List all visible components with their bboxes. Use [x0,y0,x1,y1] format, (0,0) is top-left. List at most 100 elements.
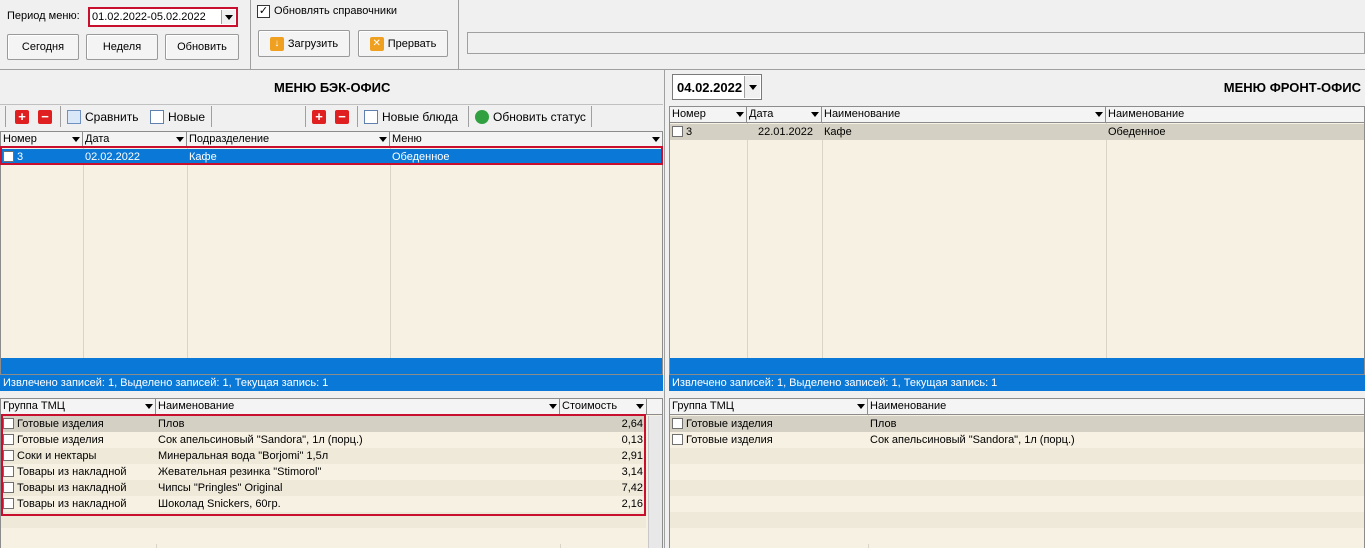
table-row[interactable] [670,480,1364,496]
progress-bar [467,32,1365,54]
table-row[interactable] [670,528,1364,544]
row-checkbox[interactable] [3,465,14,477]
row-checkbox[interactable] [3,417,14,429]
table-row[interactable] [1,512,646,528]
compare-icon [67,110,81,124]
column-header-name[interactable]: Наименование [822,107,1106,123]
new-dishes-label: Новые блюда [382,110,459,124]
table-row[interactable]: 3 02.02.2022 Кафе Обеденное [1,149,662,165]
toolbar-grip [5,106,6,127]
chevron-down-icon[interactable] [811,112,819,117]
cell-group: Товары из накладной [1,480,156,496]
chevron-down-icon[interactable] [857,404,865,409]
column-header-number[interactable]: Номер [670,107,747,123]
table-row[interactable] [670,496,1364,512]
table-row[interactable] [1,528,646,544]
new-dishes-button[interactable]: Новые блюда [364,108,458,126]
column-header-name[interactable]: Наименование [156,399,560,415]
load-button[interactable]: ↓ Загрузить [258,30,350,57]
cell-name: Сок апельсиновый "Sandora", 1л (порц.) [158,434,363,446]
toolbar-divider [357,106,358,127]
chevron-down-icon[interactable] [744,76,760,98]
chevron-down-icon[interactable] [221,10,235,24]
chevron-down-icon[interactable] [1095,112,1103,117]
chevron-down-icon[interactable] [652,137,660,142]
column-header-date[interactable]: Дата [747,107,822,123]
cell-group: Готовые изделия [1,432,156,448]
table-row[interactable] [670,464,1364,480]
add-dish-icon[interactable]: + [312,110,326,124]
remove-icon[interactable]: − [38,110,52,124]
grid-line [1106,123,1107,374]
row-checkbox[interactable] [672,433,683,445]
chevron-down-icon[interactable] [736,112,744,117]
cell-number: 3 [670,124,747,140]
column-header-cost[interactable]: Стоимость [560,399,647,415]
back-office-status: Извлечено записей: 1, Выделено записей: … [0,375,663,391]
update-refs-checkbox[interactable]: ✓ [257,5,270,18]
back-office-menu-grid[interactable]: Номер Дата Подразделение Меню 3 02.02.20… [0,131,663,375]
front-office-items-grid[interactable]: Группа ТМЦ Наименование Готовые изделия П… [669,398,1365,548]
chevron-down-icon[interactable] [549,404,557,409]
table-row[interactable]: Товары из накладной Жевательная резинка "… [1,464,646,480]
table-row[interactable]: Готовые изделия Сок апельсиновый "Sandora… [670,432,1364,448]
new-button[interactable]: Новые [150,108,205,126]
chevron-down-icon[interactable] [176,137,184,142]
cell-name: Плов [870,418,897,430]
table-row[interactable] [670,512,1364,528]
row-checkbox[interactable] [3,497,14,509]
table-row[interactable]: Готовые изделия Плов 2,64 [1,416,646,432]
chevron-down-icon[interactable] [72,137,80,142]
toolbar-divider [250,0,251,70]
vertical-scrollbar[interactable] [648,416,662,548]
grid-header: Группа ТМЦ Наименование [670,399,1364,415]
chevron-down-icon[interactable] [636,404,644,409]
table-row[interactable]: Товары из накладной Шоколад Snickers, 60г… [1,496,646,512]
row-checkbox[interactable] [3,150,14,162]
document-icon [150,110,164,124]
chevron-down-icon[interactable] [145,404,153,409]
column-header-menu-name[interactable]: Наименование [1106,107,1364,123]
compare-button[interactable]: Сравнить [67,108,138,126]
table-row[interactable]: Товары из накладной Чипсы "Pringles" Orig… [1,480,646,496]
column-header-department[interactable]: Подразделение [187,132,390,148]
toolbar-grip [305,106,306,127]
row-checkbox[interactable] [3,449,14,461]
table-row[interactable]: Готовые изделия Плов [670,416,1364,432]
update-status-button[interactable]: Обновить статус [475,108,586,126]
column-header-group[interactable]: Группа ТМЦ [670,399,868,415]
today-button[interactable]: Сегодня [7,34,79,60]
table-row[interactable]: Готовые изделия Сок апельсиновый "Sandora… [1,432,646,448]
table-row[interactable]: 3 22.01.2022 Кафе Обеденное [670,124,1364,140]
row-checkbox[interactable] [3,433,14,445]
add-icon[interactable]: + [15,110,29,124]
front-office-menu-grid[interactable]: Номер Дата Наименование Наименование 3 2… [669,106,1365,375]
remove-dish-icon[interactable]: − [335,110,349,124]
cell-cost: 3,14 [621,466,643,478]
cell-name: Минеральная вода "Borjomi" 1,5л [158,450,329,462]
back-office-items-grid[interactable]: Группа ТМЦ Наименование Стоимость Готовы… [0,398,663,548]
cell-name: Чипсы "Pringles" Original [158,482,283,494]
row-checkbox[interactable] [672,417,683,429]
chevron-down-icon[interactable] [379,137,387,142]
week-button[interactable]: Неделя [86,34,158,60]
row-checkbox[interactable] [3,481,14,493]
cell-group: Готовые изделия [670,416,868,432]
column-header-group[interactable]: Группа ТМЦ [1,399,156,415]
cell-menu: Обеденное [1108,126,1166,138]
front-date-select[interactable]: 04.02.2022 [672,74,762,100]
grid-header: Номер Дата Наименование Наименование [670,107,1364,123]
cell-name: Сок апельсиновый "Sandora", 1л (порц.) [870,434,1075,446]
column-header-name[interactable]: Наименование [868,399,1364,415]
row-checkbox[interactable] [672,125,683,137]
table-row[interactable]: Соки и нектары Минеральная вода "Borjomi"… [1,448,646,464]
table-row[interactable] [670,448,1364,464]
abort-button[interactable]: ✕ Прервать [358,30,448,57]
grid-line [187,148,188,374]
column-header-menu[interactable]: Меню [390,132,662,148]
cell-cost: 2,64 [621,418,643,430]
period-select[interactable]: 01.02.2022-05.02.2022 [88,7,238,27]
refresh-button[interactable]: Обновить [165,34,239,60]
column-header-number[interactable]: Номер [1,132,83,148]
column-header-date[interactable]: Дата [83,132,187,148]
